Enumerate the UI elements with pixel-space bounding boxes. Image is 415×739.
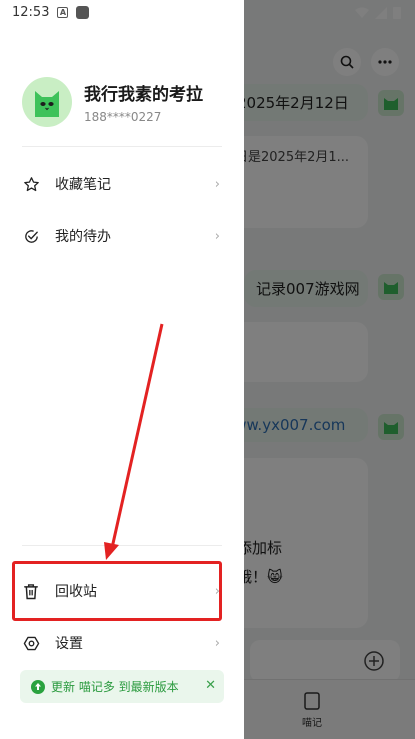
- cat-avatar-icon: [35, 91, 59, 117]
- username: 我行我素的考拉: [84, 85, 203, 105]
- menu-item-todos[interactable]: 我的待办 ›: [0, 214, 244, 258]
- side-drawer: 12:53 A 我行我素的考拉 188****0227 收藏笔记 › 我的待办 …: [0, 0, 244, 739]
- close-icon[interactable]: ✕: [205, 678, 216, 693]
- notification-a-icon: A: [57, 6, 69, 18]
- status-time: 12:53: [12, 4, 50, 20]
- menu-item-favorites[interactable]: 收藏笔记 ›: [0, 162, 244, 206]
- update-text: 更新 喵记多 到最新版本: [51, 680, 179, 694]
- chevron-right-icon: ›: [214, 228, 220, 244]
- divider: [22, 545, 222, 546]
- menu-item-settings[interactable]: 设置 ›: [0, 621, 244, 665]
- arrow-up-icon: [31, 679, 45, 694]
- phone-number: 188****0227: [84, 110, 162, 124]
- chevron-right-icon: ›: [214, 176, 220, 192]
- menu-label: 收藏笔记: [55, 177, 111, 193]
- star-icon: [22, 175, 40, 193]
- notification-square-icon: [76, 5, 90, 19]
- settings-icon: [22, 634, 40, 652]
- divider: [22, 146, 222, 147]
- chevron-right-icon: ›: [214, 635, 220, 651]
- check-circle-icon: [22, 227, 40, 245]
- avatar[interactable]: [22, 77, 72, 127]
- update-banner[interactable]: 更新 喵记多 到最新版本 ✕: [20, 670, 224, 703]
- highlight-box: [12, 561, 222, 621]
- menu-label: 设置: [55, 636, 83, 652]
- profile-header[interactable]: 我行我素的考拉 188****0227: [22, 77, 203, 127]
- menu-label: 我的待办: [55, 229, 111, 245]
- status-bar: 12:53 A: [0, 0, 244, 24]
